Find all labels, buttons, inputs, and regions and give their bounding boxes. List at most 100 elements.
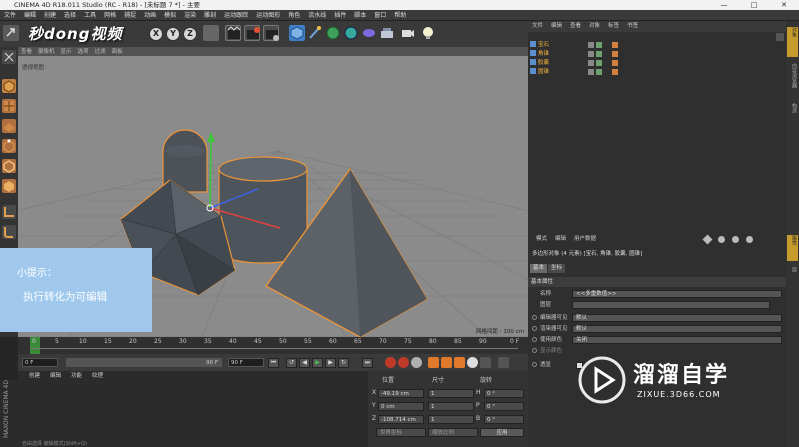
attr-layer-field[interactable] [572,301,770,309]
phong-tag-icon[interactable] [612,60,618,66]
axis-y-button[interactable]: Y [166,27,180,41]
enabled-icon[interactable] [596,69,602,75]
autokey-icon[interactable] [398,357,409,368]
menu-sculpt[interactable]: 雕刻 [200,10,220,21]
minimize-button[interactable]: — [709,0,739,10]
play-icon[interactable]: ▶ [312,358,323,368]
polygons-mode-icon[interactable] [2,179,16,193]
search-icon[interactable] [776,33,784,41]
cube-icon[interactable] [289,25,305,41]
axis-mode-icon[interactable] [2,205,16,219]
subdivision-icon[interactable] [325,25,341,41]
tab-layers[interactable]: 层 [787,267,798,287]
attr-editor-visible-select[interactable]: 默认 [572,314,782,322]
animate-dot-icon[interactable] [532,315,537,320]
menu-tools[interactable]: 工具 [80,10,100,21]
menu-create[interactable]: 创建 [40,10,60,21]
visibility-icon[interactable] [588,69,594,75]
light-icon[interactable] [420,25,436,41]
edges-mode-icon[interactable] [2,159,16,173]
axis-z-button[interactable]: Z [183,27,197,41]
menu-animate[interactable]: 动画 [140,10,160,21]
key-scale-icon[interactable] [441,357,452,368]
menu-edit[interactable]: 编辑 [20,10,40,21]
menu-window[interactable]: 窗口 [370,10,390,21]
tab-attributes[interactable]: 属性 [787,235,798,261]
goto-end-icon[interactable]: ⏭ [362,358,373,368]
goto-start-icon[interactable]: ⏮ [268,358,279,368]
rot-p-field[interactable]: 0 ° [484,402,524,411]
animate-dot-icon[interactable] [532,337,537,342]
menu-mesh[interactable]: 网格 [100,10,120,21]
size-x-field[interactable]: 1 [428,389,474,398]
material-menu-texture[interactable]: 纹理 [87,371,108,381]
visibility-icon[interactable] [588,42,594,48]
menu-snap[interactable]: 捕捉 [120,10,140,21]
size-y-field[interactable]: 1 [428,402,474,411]
coord-mode-select[interactable]: 世界坐标 [376,428,426,437]
rot-b-field[interactable]: 0 ° [484,415,524,424]
undo-icon[interactable] [3,25,19,41]
texture-mode-icon[interactable] [2,99,16,113]
attr-render-visible-select[interactable]: 默认 [572,325,782,333]
render-settings-icon[interactable] [263,25,279,41]
keyframe-selection-icon[interactable] [411,357,422,368]
menu-render[interactable]: 渲染 [180,10,200,21]
menu-simulate[interactable]: 模拟 [160,10,180,21]
key-pla-icon[interactable] [480,357,491,368]
next-frame-icon[interactable]: ▶ [325,358,336,368]
render-picture-icon[interactable] [244,25,260,41]
points-mode-icon[interactable] [2,139,16,153]
material-menu-edit[interactable]: 编辑 [45,371,66,381]
max-frame-field[interactable]: 90 F [228,358,264,367]
object-menu-objects[interactable]: 对象 [585,21,604,32]
object-menu-bookmarks[interactable]: 书签 [623,21,642,32]
close-button[interactable]: ✕ [769,0,799,10]
model-mode-icon[interactable] [2,79,16,93]
prev-frame-icon[interactable]: ◀ [299,358,310,368]
tab-objects[interactable]: 对象 [787,27,798,57]
object-row[interactable]: 角锥 [530,50,618,58]
menu-motion-tracking[interactable]: 运动跟踪 [220,10,252,21]
pos-y-field[interactable]: 0 cm [378,402,424,411]
tab-basic[interactable]: 基本 [530,264,548,273]
menu-script[interactable]: 脚本 [350,10,370,21]
menu-file[interactable]: 文件 [0,10,20,21]
pen-spline-icon[interactable] [307,25,323,41]
menu-mograph[interactable]: 运动图形 [252,10,284,21]
attribute-menu-mode[interactable]: 模式 [532,234,551,245]
attr-name-field[interactable]: <<多重数值>> [572,290,782,298]
tab-coords[interactable]: 坐标 [548,264,566,273]
attribute-menu-userdata[interactable]: 用户数据 [570,234,600,245]
menu-plugins[interactable]: 插件 [330,10,350,21]
lock-icon[interactable] [732,236,739,243]
material-menu-function[interactable]: 功能 [66,371,87,381]
animate-dot-icon[interactable] [532,326,537,331]
search-icon[interactable] [718,236,725,243]
camera-icon[interactable] [400,25,416,41]
pos-x-field[interactable]: -49.19 cm [378,389,424,398]
workplane-icon[interactable] [2,119,16,133]
menu-pipeline[interactable]: 流水线 [304,10,330,21]
rot-h-field[interactable]: 0 ° [484,389,524,398]
axis-x-button[interactable]: X [149,27,163,41]
record-icon[interactable] [385,357,396,368]
object-row[interactable]: 宝石 [530,41,618,49]
object-row[interactable]: 胶囊 [530,59,618,67]
frame-range-slider[interactable]: 90 F [66,358,222,367]
object-menu-tags[interactable]: 标签 [604,21,623,32]
make-editable-icon[interactable] [2,50,16,64]
menu-character[interactable]: 角色 [284,10,304,21]
menu-help[interactable]: 帮助 [390,10,410,21]
material-menu-create[interactable]: 创建 [24,371,45,381]
animate-dot-icon[interactable] [532,348,537,353]
tab-content-browser[interactable]: 内容浏览器 [787,63,798,97]
timeline-options-icon[interactable] [498,357,509,368]
attribute-menu-edit[interactable]: 编辑 [551,234,570,245]
apply-button[interactable]: 应用 [480,428,524,437]
attr-use-color-select[interactable]: 关闭 [572,336,782,344]
object-menu-edit[interactable]: 编辑 [547,21,566,32]
key-param-icon[interactable] [467,357,478,368]
scene-icon[interactable] [379,25,395,41]
key-position-icon[interactable] [428,357,439,368]
